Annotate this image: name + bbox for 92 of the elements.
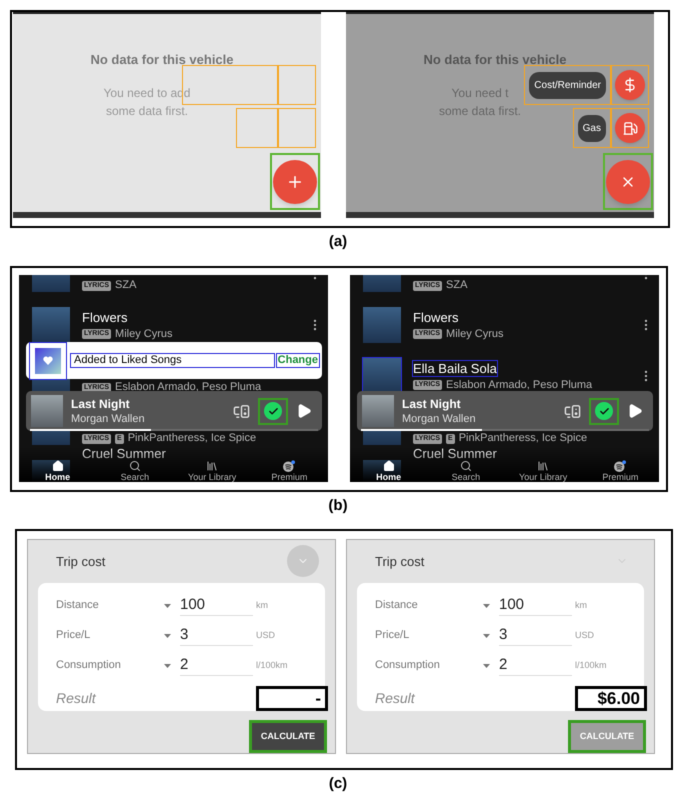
dropdown-caret-icon[interactable] [483,664,490,668]
figure-label: (b) [328,496,348,516]
figure-label: (a) [328,232,348,252]
collapse-toggle[interactable] [287,545,319,578]
field-label: Consumption [375,658,441,674]
change-link[interactable]: Change [276,353,320,368]
result-label: Result [56,688,96,708]
library-icon [206,460,218,472]
message-line: You need t [452,84,508,102]
annotation-box [236,108,278,148]
result-value: - [256,686,328,711]
unit-label: USD [256,628,276,642]
fuel-pump-icon [622,120,638,136]
unit-label: l/100km [256,658,288,672]
nav-tab[interactable]: Home [376,460,402,482]
input-field[interactable]: 2 [499,655,572,676]
menu-action-button[interactable] [615,70,645,100]
input-field[interactable]: 100 [499,595,572,616]
result-value: $6.00 [575,686,647,711]
section-title: Trip cost [56,552,106,571]
menu-label: Gas [578,114,606,142]
nav-tab[interactable]: Premium [602,460,638,482]
empty-title: No data for this vehicle [90,51,234,69]
menu-action-button[interactable] [615,113,645,143]
unit-label: l/100km [575,658,607,672]
song-artist: PinkPantheress, Ice Spice [458,432,588,446]
nav-tab[interactable]: Your Library [519,460,568,482]
now-playing-title: Last Night [402,396,462,412]
empty-title: No data for this vehicle [423,51,567,69]
song-title: Flowers [82,310,128,325]
field-label: Price/L [375,628,410,644]
dropdown-caret-icon[interactable] [164,634,171,638]
song-title: Cruel Summer [82,446,166,462]
library-icon [537,460,550,472]
unit-label: km [256,598,268,612]
nav-tab[interactable]: Your Library [188,460,236,482]
nav-tab[interactable]: Search [120,460,150,482]
logo-icon [613,460,628,472]
field-label: Distance [56,598,100,614]
search-icon [128,460,141,472]
toast-message: Added to Liked Songs [70,353,275,368]
logo-icon [282,460,296,472]
input-field[interactable]: 3 [180,625,253,646]
field-label: Consumption [56,658,122,674]
result-label: Result [375,688,415,708]
figure-label: (c) [328,774,348,794]
calculate-button[interactable]: CALCULATE [249,720,327,754]
unit-label: USD [575,628,594,642]
nav-tab[interactable]: Search [452,460,480,482]
play-icon[interactable] [296,403,312,420]
song-title: Cruel Summer [413,446,497,462]
song-artist: SZA [446,279,468,292]
heart-icon [43,356,53,366]
song-title: Ella Baila Sola [413,360,497,376]
album-art [362,395,394,428]
unit-label: km [575,598,587,612]
dropdown-caret-icon[interactable] [483,604,490,608]
song-artist: PinkPantheress, Ice Spice [128,432,256,446]
annotation-box [278,108,316,148]
floating-action-button[interactable] [273,160,317,204]
devices-icon[interactable] [564,402,581,420]
message-line: some data first. [106,102,188,120]
song-artist: Eslabon Armado, Peso Pluma [115,381,262,394]
like-button[interactable] [589,398,619,425]
play-icon[interactable] [627,403,643,420]
check-icon [264,402,282,420]
now-playing-artist: Morgan Wallen [71,412,145,426]
dropdown-caret-icon[interactable] [164,664,171,668]
nav-tab[interactable]: Home [45,460,70,482]
field-label: Price/L [56,628,92,644]
album-art [31,395,63,428]
song-artist: Miley Cyrus [115,328,172,341]
dropdown-caret-icon[interactable] [483,634,490,638]
section-title: Trip cost [375,552,424,571]
like-button[interactable] [258,398,288,425]
input-field[interactable]: 100 [180,595,253,616]
song-artist: SZA [115,279,136,292]
now-playing-title: Last Night [71,396,131,412]
dropdown-caret-icon[interactable] [164,604,171,608]
devices-icon[interactable] [233,402,250,420]
nav-tab[interactable]: Premium [271,460,308,482]
input-field[interactable]: 2 [180,655,253,676]
search-icon [460,460,472,472]
menu-label: Cost/Reminder [529,72,606,98]
song-artist: Miley Cyrus [446,328,504,341]
check-icon [595,402,613,420]
now-playing-artist: Morgan Wallen [402,412,476,426]
song-artist: Eslabon Armado, Peso Pluma [446,378,592,392]
field-label: Distance [375,598,419,614]
message-line: some data first. [438,102,522,120]
song-title: Flowers [413,310,459,325]
input-field[interactable]: 3 [499,625,572,646]
